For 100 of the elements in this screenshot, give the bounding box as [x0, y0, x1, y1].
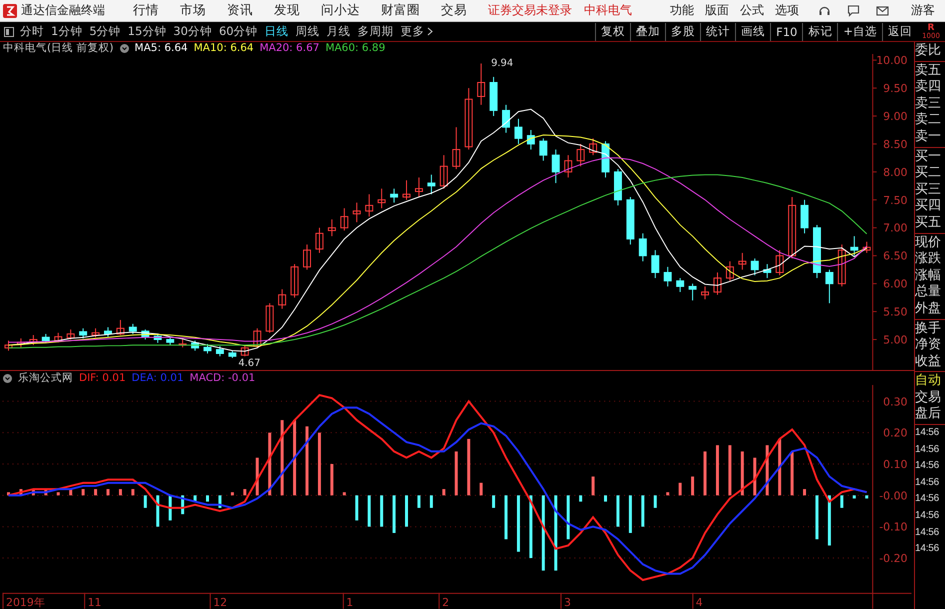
mode-label[interactable]: 自动 — [915, 373, 945, 390]
macd-bar — [417, 496, 420, 508]
period-tab[interactable]: 周线 — [296, 24, 320, 39]
dropdown-circle-icon[interactable] — [120, 44, 129, 52]
trade-time: 14:56 — [915, 492, 940, 506]
trade-time: 14:56 — [915, 542, 940, 556]
mail-icon[interactable] — [876, 4, 889, 17]
candlestick — [42, 333, 50, 344]
macd-legend: DIF: 0.01 — [79, 372, 126, 384]
period-tab[interactable]: 多周期 — [358, 24, 394, 39]
macd-bar — [131, 489, 134, 496]
toolbar-button[interactable]: 多股 — [665, 22, 700, 40]
candlestick — [552, 149, 560, 184]
toolbar-button[interactable]: 统计 — [700, 22, 736, 40]
period-tab[interactable]: 月线 — [326, 24, 351, 39]
macd-bar — [442, 489, 446, 496]
candlestick — [178, 339, 187, 348]
macd-bar — [454, 452, 458, 496]
panel-toggle-icon[interactable] — [4, 26, 14, 36]
price-axis-label: 9.00 — [883, 110, 908, 123]
candlestick — [191, 340, 200, 352]
dropdown-circle-icon[interactable] — [3, 374, 12, 383]
price-axis-label: 6.00 — [883, 278, 908, 291]
menu-item[interactable]: 选项 — [775, 2, 799, 19]
candlestick — [104, 326, 112, 338]
candlestick — [414, 176, 423, 198]
candlestick — [440, 154, 448, 190]
candlestick — [402, 180, 410, 200]
more-menu[interactable]: 更多 — [400, 24, 433, 39]
menu-item[interactable]: 发现 — [274, 2, 300, 19]
user-label[interactable]: 游客 — [911, 2, 935, 19]
macd-bar — [218, 496, 222, 508]
quote-field-label: 卖四 — [915, 79, 942, 96]
toolbar-button[interactable]: 画线 — [735, 22, 770, 40]
period-tab[interactable]: 1分钟 — [51, 24, 82, 39]
price-axis-label: 7.50 — [883, 194, 908, 207]
candlestick — [626, 196, 634, 246]
trade-time: 14:56 — [915, 476, 940, 490]
candlestick — [688, 283, 697, 301]
macd-bar — [716, 445, 719, 496]
macd-axis-label: 0.10 — [883, 458, 908, 472]
menu-item[interactable]: 资讯 — [227, 2, 253, 19]
period-tab[interactable]: 60分钟 — [218, 24, 258, 39]
period-tab[interactable]: 5分钟 — [89, 24, 121, 39]
macd-bar — [306, 426, 308, 496]
menu-item[interactable]: 财富圈 — [381, 2, 420, 19]
period-tab[interactable]: 分时 — [20, 24, 44, 39]
period-tab[interactable]: 日线 — [264, 24, 289, 39]
candlestick — [813, 224, 821, 279]
toolbar-button[interactable]: 复权 — [595, 22, 630, 40]
macd-bar — [728, 445, 732, 496]
app-title: 通达信金融终端 — [21, 2, 105, 19]
macd-bar — [206, 496, 209, 502]
candlestick — [850, 236, 858, 256]
candlestick — [502, 104, 510, 134]
toolbar-button[interactable]: 返回 — [882, 22, 917, 40]
quote-field-label: 买三 — [915, 182, 942, 198]
macd-bar — [691, 476, 694, 496]
macd-bar — [803, 489, 806, 496]
menu-item[interactable]: 交易 — [441, 2, 467, 19]
menu-item[interactable]: 公式 — [740, 2, 764, 19]
toolbar-button[interactable]: 标记 — [802, 22, 838, 40]
macd-bar — [504, 496, 508, 540]
macd-bar — [790, 452, 794, 496]
period-tab[interactable]: 15分钟 — [128, 24, 166, 39]
candlestick — [825, 269, 834, 304]
macd-bar — [330, 464, 334, 496]
menu-item[interactable]: 版面 — [705, 2, 729, 19]
toolbar-button[interactable]: F10 — [770, 22, 802, 40]
period-tab[interactable]: 30分钟 — [173, 24, 212, 39]
toolbar-button[interactable]: 叠加 — [630, 22, 666, 40]
candlestick — [464, 88, 473, 150]
candlestick — [490, 76, 498, 117]
menu-item[interactable]: 市场 — [180, 2, 206, 19]
toolbar-button[interactable]: +自选 — [837, 22, 882, 40]
app-logo-icon — [3, 4, 17, 18]
quote-field-label: 涨幅 — [915, 268, 942, 284]
quote-field-label: 卖五 — [915, 62, 942, 79]
macd-axis-label: 0.20 — [883, 426, 908, 440]
candlestick — [738, 252, 746, 270]
quote-field-label: 买二 — [915, 165, 942, 182]
menu-item[interactable]: 问小达 — [321, 2, 360, 19]
macd-legend: DEA: 0.01 — [132, 372, 184, 384]
session-label: 交易 — [915, 390, 942, 406]
candlestick — [16, 338, 25, 348]
candlestick — [204, 344, 212, 354]
menu-item[interactable]: 功能 — [670, 2, 694, 19]
headset-icon[interactable] — [818, 4, 831, 17]
quote-field-label: 收益 — [915, 354, 942, 370]
menu-item[interactable]: 行情 — [133, 2, 159, 19]
macd-bar — [579, 496, 582, 502]
candlestick — [29, 334, 38, 346]
macd-bar — [106, 489, 110, 496]
low-price-label: 4.67 — [238, 358, 260, 369]
indicator-title: 乐淘公式网 — [18, 371, 73, 386]
candlestick — [166, 336, 174, 346]
candlestick — [365, 194, 374, 218]
price-axis-label: 5.00 — [883, 334, 908, 346]
chat-icon[interactable] — [847, 4, 860, 17]
candlestick — [726, 260, 734, 282]
